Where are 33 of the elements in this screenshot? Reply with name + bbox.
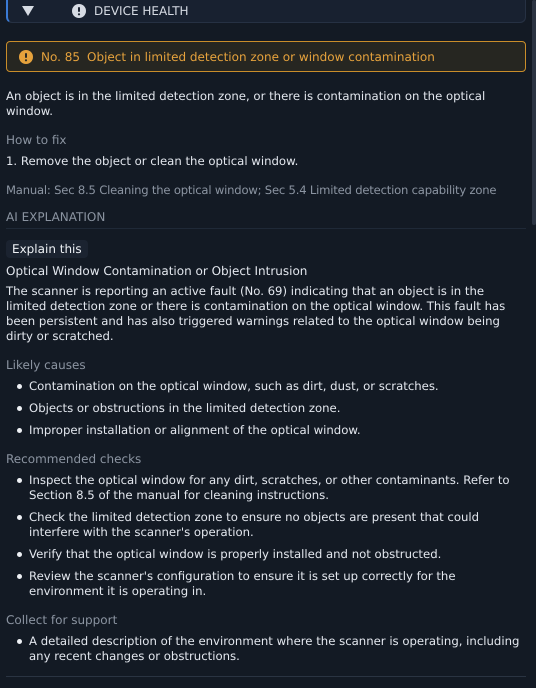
bullet-icon [17,515,22,520]
alert-icon [72,4,86,18]
fault-title: Object in limited detection zone or window contamination [87,50,435,64]
bullet-icon [17,639,22,644]
list-item: Inspect the optical window for any dirt, scratches, or other contaminants. Refer to Section 8.5 of the manual for cleaning instructions. [29,473,511,503]
fault-description: An object is in the limited detection zone, or there is contamination on the optical window. [6,89,486,119]
explanation-title: Optical Window Contamination or Object Intrusion [6,264,308,278]
fix-step: 1. Remove the object or clean the optical window. [6,154,526,169]
list-item: A detailed description of the environment where the scanner is operating, including any recent changes or obstructions. [29,634,520,664]
list-item: Improper installation or alignment of the optical window. [29,423,361,438]
bullet-icon [17,384,22,389]
section-heading: AI EXPLANATION [6,210,106,224]
list-item: Contamination on the optical window, such as dirt, dust, or scratches. [29,379,439,394]
section-heading: Recommended checks [6,452,142,466]
section-heading: Collect for support [6,613,118,627]
bullet-icon [17,552,22,557]
list-item: Check the limited detection zone to ensure no objects are present that could interfere with the scanner's operation. [29,510,480,540]
list-item: Review the scanner's configuration to ensure it is set up correctly for the environment it is operating in. [29,569,457,599]
list-item: Objects or obstructions in the limited detection zone. [29,401,340,416]
fault-number: No. 85 [41,50,80,64]
explain-button[interactable]: Explain this [6,240,88,258]
section-header[interactable]: DEVICE HEALTH [6,0,526,23]
section-heading: How to fix [6,133,68,147]
bullet-icon [17,406,22,411]
bullet-icon [17,428,22,433]
explanation-text: The scanner is reporting an active fault (No. 69) indicating that an object is in the limited detection zone or there is contamination on the optical window. This fault has been persistent and has also triggered warnings related to the optical window being dirty or scratched. [6,284,506,344]
manual-reference: Manual: Sec 8.5 Cleaning the optical window; Sec 5.4 Limited detection capability zone [6,183,498,197]
section-title: DEVICE HEALTH [94,4,189,18]
warning-icon [19,50,33,64]
bullet-icon [17,574,22,579]
list-item: Verify that the optical window is properly installed and not obstructed. [29,547,442,562]
section-heading: Likely causes [6,358,87,372]
bullet-icon [17,478,22,483]
